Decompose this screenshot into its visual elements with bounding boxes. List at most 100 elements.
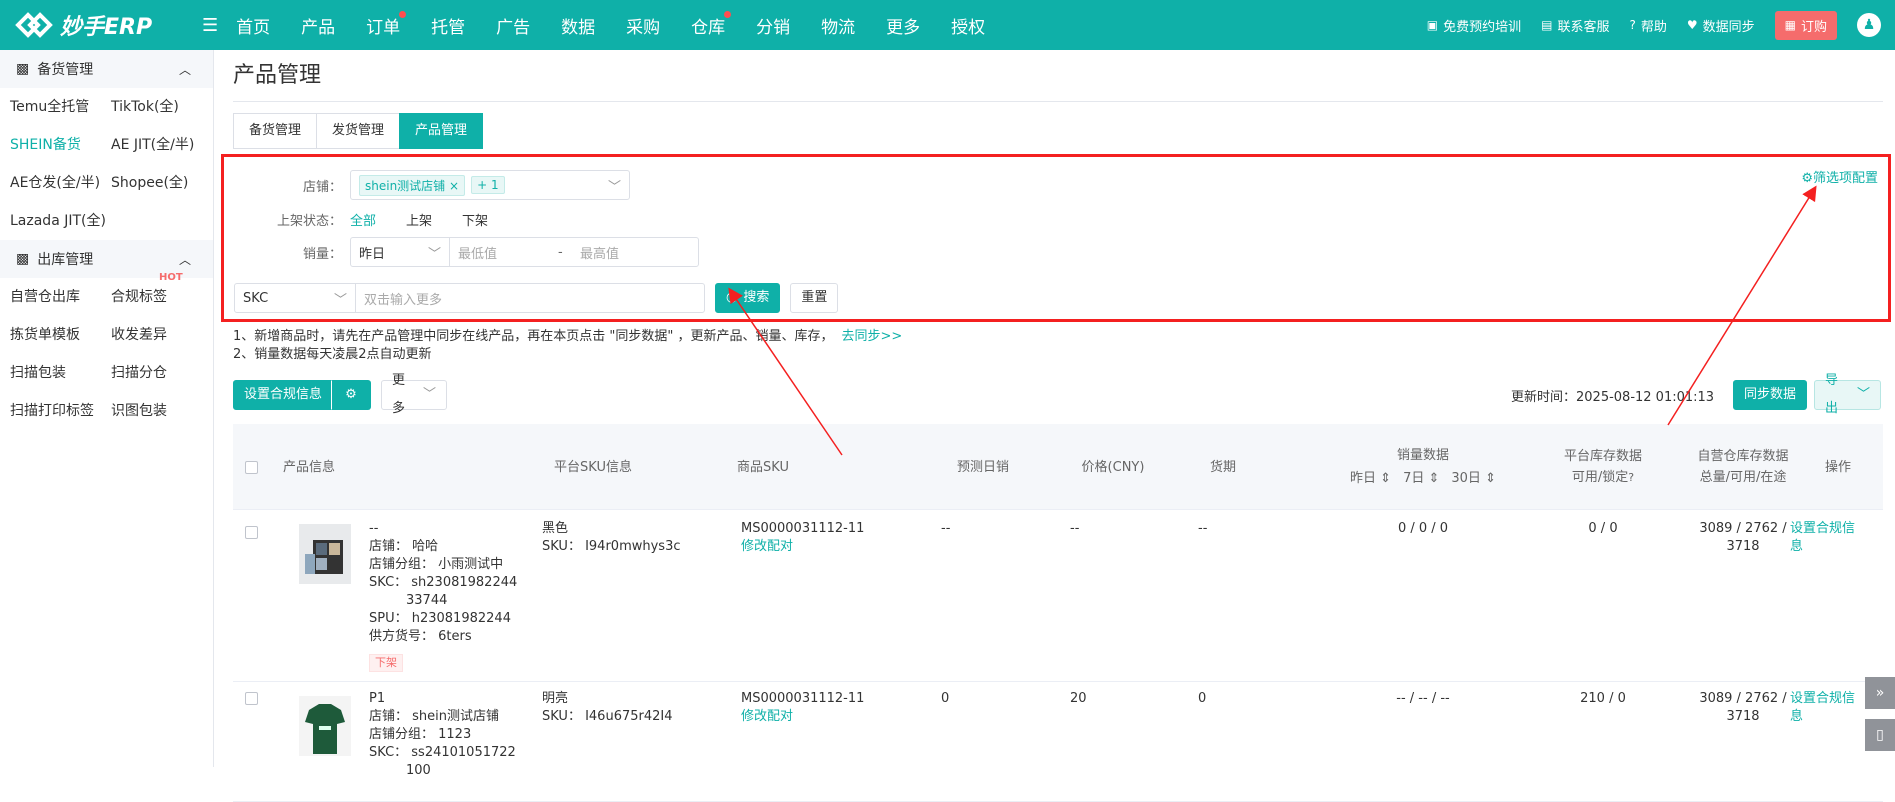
order-button[interactable]: ▦ 订购 xyxy=(1774,10,1837,40)
sidebar-item-picklist[interactable]: 拣货单模板 xyxy=(10,316,111,354)
checkbox[interactable] xyxy=(244,460,258,474)
sidebar-item-diff[interactable]: 收发差异 xyxy=(111,316,224,354)
sidebar-item-tiktok[interactable]: TikTok(全) xyxy=(111,88,224,126)
brand-logo[interactable]: 妙手ERP xyxy=(14,8,174,42)
shop-tag-label: shein测试店铺 xyxy=(365,178,446,193)
set-compliance-button[interactable]: 设置合规信息 xyxy=(233,380,334,410)
status-all[interactable]: 全部 xyxy=(350,210,376,229)
col-own-stock-title: 自营仓库存数据 xyxy=(1697,449,1789,464)
sidebar-item-scan-pack[interactable]: 扫描包装 xyxy=(10,354,111,392)
more-label: 更多 xyxy=(392,373,406,416)
sidebar-item-ae-jit[interactable]: AE JIT(全/半) xyxy=(111,126,224,164)
search-button[interactable]: ○ 搜索 xyxy=(715,283,781,313)
sidebar-item-temu[interactable]: Temu全托管 xyxy=(10,88,111,126)
platform-sku-info: 黑色 SKU： I94r0mwhys3c xyxy=(542,520,681,556)
sidebar-item-scan-print[interactable]: 扫描打印标签 xyxy=(10,392,111,430)
more-dropdown[interactable]: 更多 ﹀ xyxy=(381,373,447,416)
sku-code: SKU： I94r0mwhys3c xyxy=(542,539,681,554)
expand-panel-icon[interactable]: » xyxy=(1865,677,1895,709)
sales-min-input[interactable]: 最低值 xyxy=(458,243,558,262)
nav-home[interactable]: 首页 xyxy=(236,13,270,38)
sort-yesterday[interactable]: 昨日 ⇕ xyxy=(1350,471,1391,486)
sort-7d[interactable]: 7日 ⇕ xyxy=(1403,471,1439,486)
sync-data-button[interactable]: 同步数据 xyxy=(1733,380,1808,410)
help-icon[interactable]: ? xyxy=(1628,471,1634,484)
sidebar-item-ae-warehouse[interactable]: AE仓发(全/半) xyxy=(10,164,111,202)
export-dropdown[interactable]: 导出 ﹀ xyxy=(1814,373,1881,416)
search-type-select[interactable]: SKC ﹀ xyxy=(234,283,356,313)
shop-tag: shein测试店铺 × xyxy=(359,174,466,196)
reset-button[interactable]: 重置 xyxy=(790,283,839,313)
mobile-icon[interactable]: ▯ xyxy=(1865,719,1895,751)
col-own-stock-sub: 总量/可用/在途 xyxy=(1699,470,1787,485)
sort-30d[interactable]: 30日 ⇕ xyxy=(1451,471,1496,486)
sales-period-select[interactable]: 昨日 ﹀ xyxy=(350,237,450,267)
sync-link[interactable]: ♥ 数据同步 xyxy=(1687,16,1755,35)
sidebar-item-own-outbound[interactable]: 自营仓出库 xyxy=(10,278,111,316)
avatar[interactable]: ♟ xyxy=(1857,13,1881,37)
set-compliance-link[interactable]: 设置合规信息 xyxy=(1790,520,1855,556)
status-on-shelf[interactable]: 上架 xyxy=(406,210,432,229)
help-link[interactable]: ? 帮助 xyxy=(1629,16,1666,35)
own-stock-value: 3089 / 2762 / 3718 xyxy=(1688,520,1798,556)
sku-color: 明亮 xyxy=(542,691,569,706)
search-input[interactable]: 双击输入更多 xyxy=(355,283,705,313)
status-off-shelf[interactable]: 下架 xyxy=(462,210,488,229)
nav-logistics[interactable]: 物流 xyxy=(821,13,855,38)
shop-select[interactable]: shein测试店铺 × + 1 ﹀ xyxy=(350,170,630,200)
nav-data[interactable]: 数据 xyxy=(561,13,595,38)
sales-value: -- / -- / -- xyxy=(1396,691,1450,706)
product-group: 店铺分组： 小雨测试中 xyxy=(369,557,504,572)
product-thumbnail[interactable] xyxy=(299,696,351,756)
sales-filter-row: 销量： 昨日 ﹀ 最低值 - 最高值 xyxy=(224,237,699,267)
nav-distribution[interactable]: 分销 xyxy=(756,13,790,38)
sidebar-item-image-pack[interactable]: 识图包装 xyxy=(111,392,224,430)
col-product: 产品信息 xyxy=(283,459,336,475)
service-link[interactable]: ▤ 联系客服 xyxy=(1541,16,1609,35)
tab-product[interactable]: 产品管理 xyxy=(399,113,484,149)
nav-ads[interactable]: 广告 xyxy=(496,13,530,38)
section-title: 备货管理 xyxy=(37,62,94,78)
period-value: -- xyxy=(1198,521,1208,536)
nav-more[interactable]: 更多 xyxy=(886,13,920,38)
row-checkbox[interactable] xyxy=(245,692,258,705)
sidebar-stock-items: Temu全托管 TikTok(全) SHEIN备货 AE JIT(全/半) AE… xyxy=(0,88,213,240)
filter-config-link[interactable]: ⚙筛选项配置 xyxy=(1801,167,1878,186)
edit-pairing-link[interactable]: 修改配对 xyxy=(741,708,864,726)
nav-purchase[interactable]: 采购 xyxy=(626,13,660,38)
nav-order[interactable]: 订单 xyxy=(366,10,407,38)
edit-pairing-link[interactable]: 修改配对 xyxy=(741,538,864,556)
training-link[interactable]: ▣ 免费预约培训 xyxy=(1427,16,1521,35)
logo-icon xyxy=(15,12,53,38)
nav-hosting[interactable]: 托管 xyxy=(431,13,465,38)
compliance-settings-gear-icon[interactable]: ⚙ xyxy=(331,380,371,410)
product-thumbnail[interactable] xyxy=(299,524,351,584)
goto-sync-link[interactable]: 去同步>> xyxy=(842,329,903,344)
sidebar-section-stock[interactable]: ▩ 备货管理 ︿ xyxy=(0,50,213,88)
tab-stock[interactable]: 备货管理 xyxy=(233,113,318,149)
sidebar-item-shopee[interactable]: Shopee(全) xyxy=(111,164,224,202)
nav-warehouse[interactable]: 仓库 xyxy=(691,10,732,38)
platform-stock-value: 210 / 0 xyxy=(1580,691,1626,706)
menu-toggle-icon[interactable]: ☰ xyxy=(202,15,218,36)
sidebar-item-shein[interactable]: SHEIN备货 xyxy=(10,126,111,164)
row-checkbox[interactable] xyxy=(245,526,258,539)
order-label: 订购 xyxy=(1800,19,1827,35)
sales-max-input[interactable]: 最高值 xyxy=(580,243,619,262)
nav-product[interactable]: 产品 xyxy=(301,13,335,38)
sidebar-item-label: 合规标签 xyxy=(111,289,167,305)
select-all-checkbox[interactable] xyxy=(241,424,261,510)
col-sales-sub: 昨日 ⇕ 7日 ⇕ 30日 ⇕ xyxy=(1350,471,1496,486)
sidebar-item-compliance-label[interactable]: 合规标签 HOT xyxy=(111,272,224,316)
sidebar-item-scan-split[interactable]: 扫描分仓 xyxy=(111,354,224,392)
status-badge: 下架 xyxy=(369,654,403,672)
status-label: 上架状态： xyxy=(276,213,342,229)
stock-icon: ▩ xyxy=(16,61,30,77)
tag-close-icon[interactable]: × xyxy=(449,179,459,193)
product-supplier-no: 供方货号： 6ters xyxy=(369,629,472,644)
nav-authorize[interactable]: 授权 xyxy=(951,13,985,38)
training-icon: ▣ xyxy=(1426,18,1439,32)
set-compliance-link[interactable]: 设置合规信息 xyxy=(1790,690,1855,726)
tab-shipping[interactable]: 发货管理 xyxy=(316,113,401,149)
sidebar-item-lazada[interactable]: Lazada JIT(全) xyxy=(10,202,111,240)
